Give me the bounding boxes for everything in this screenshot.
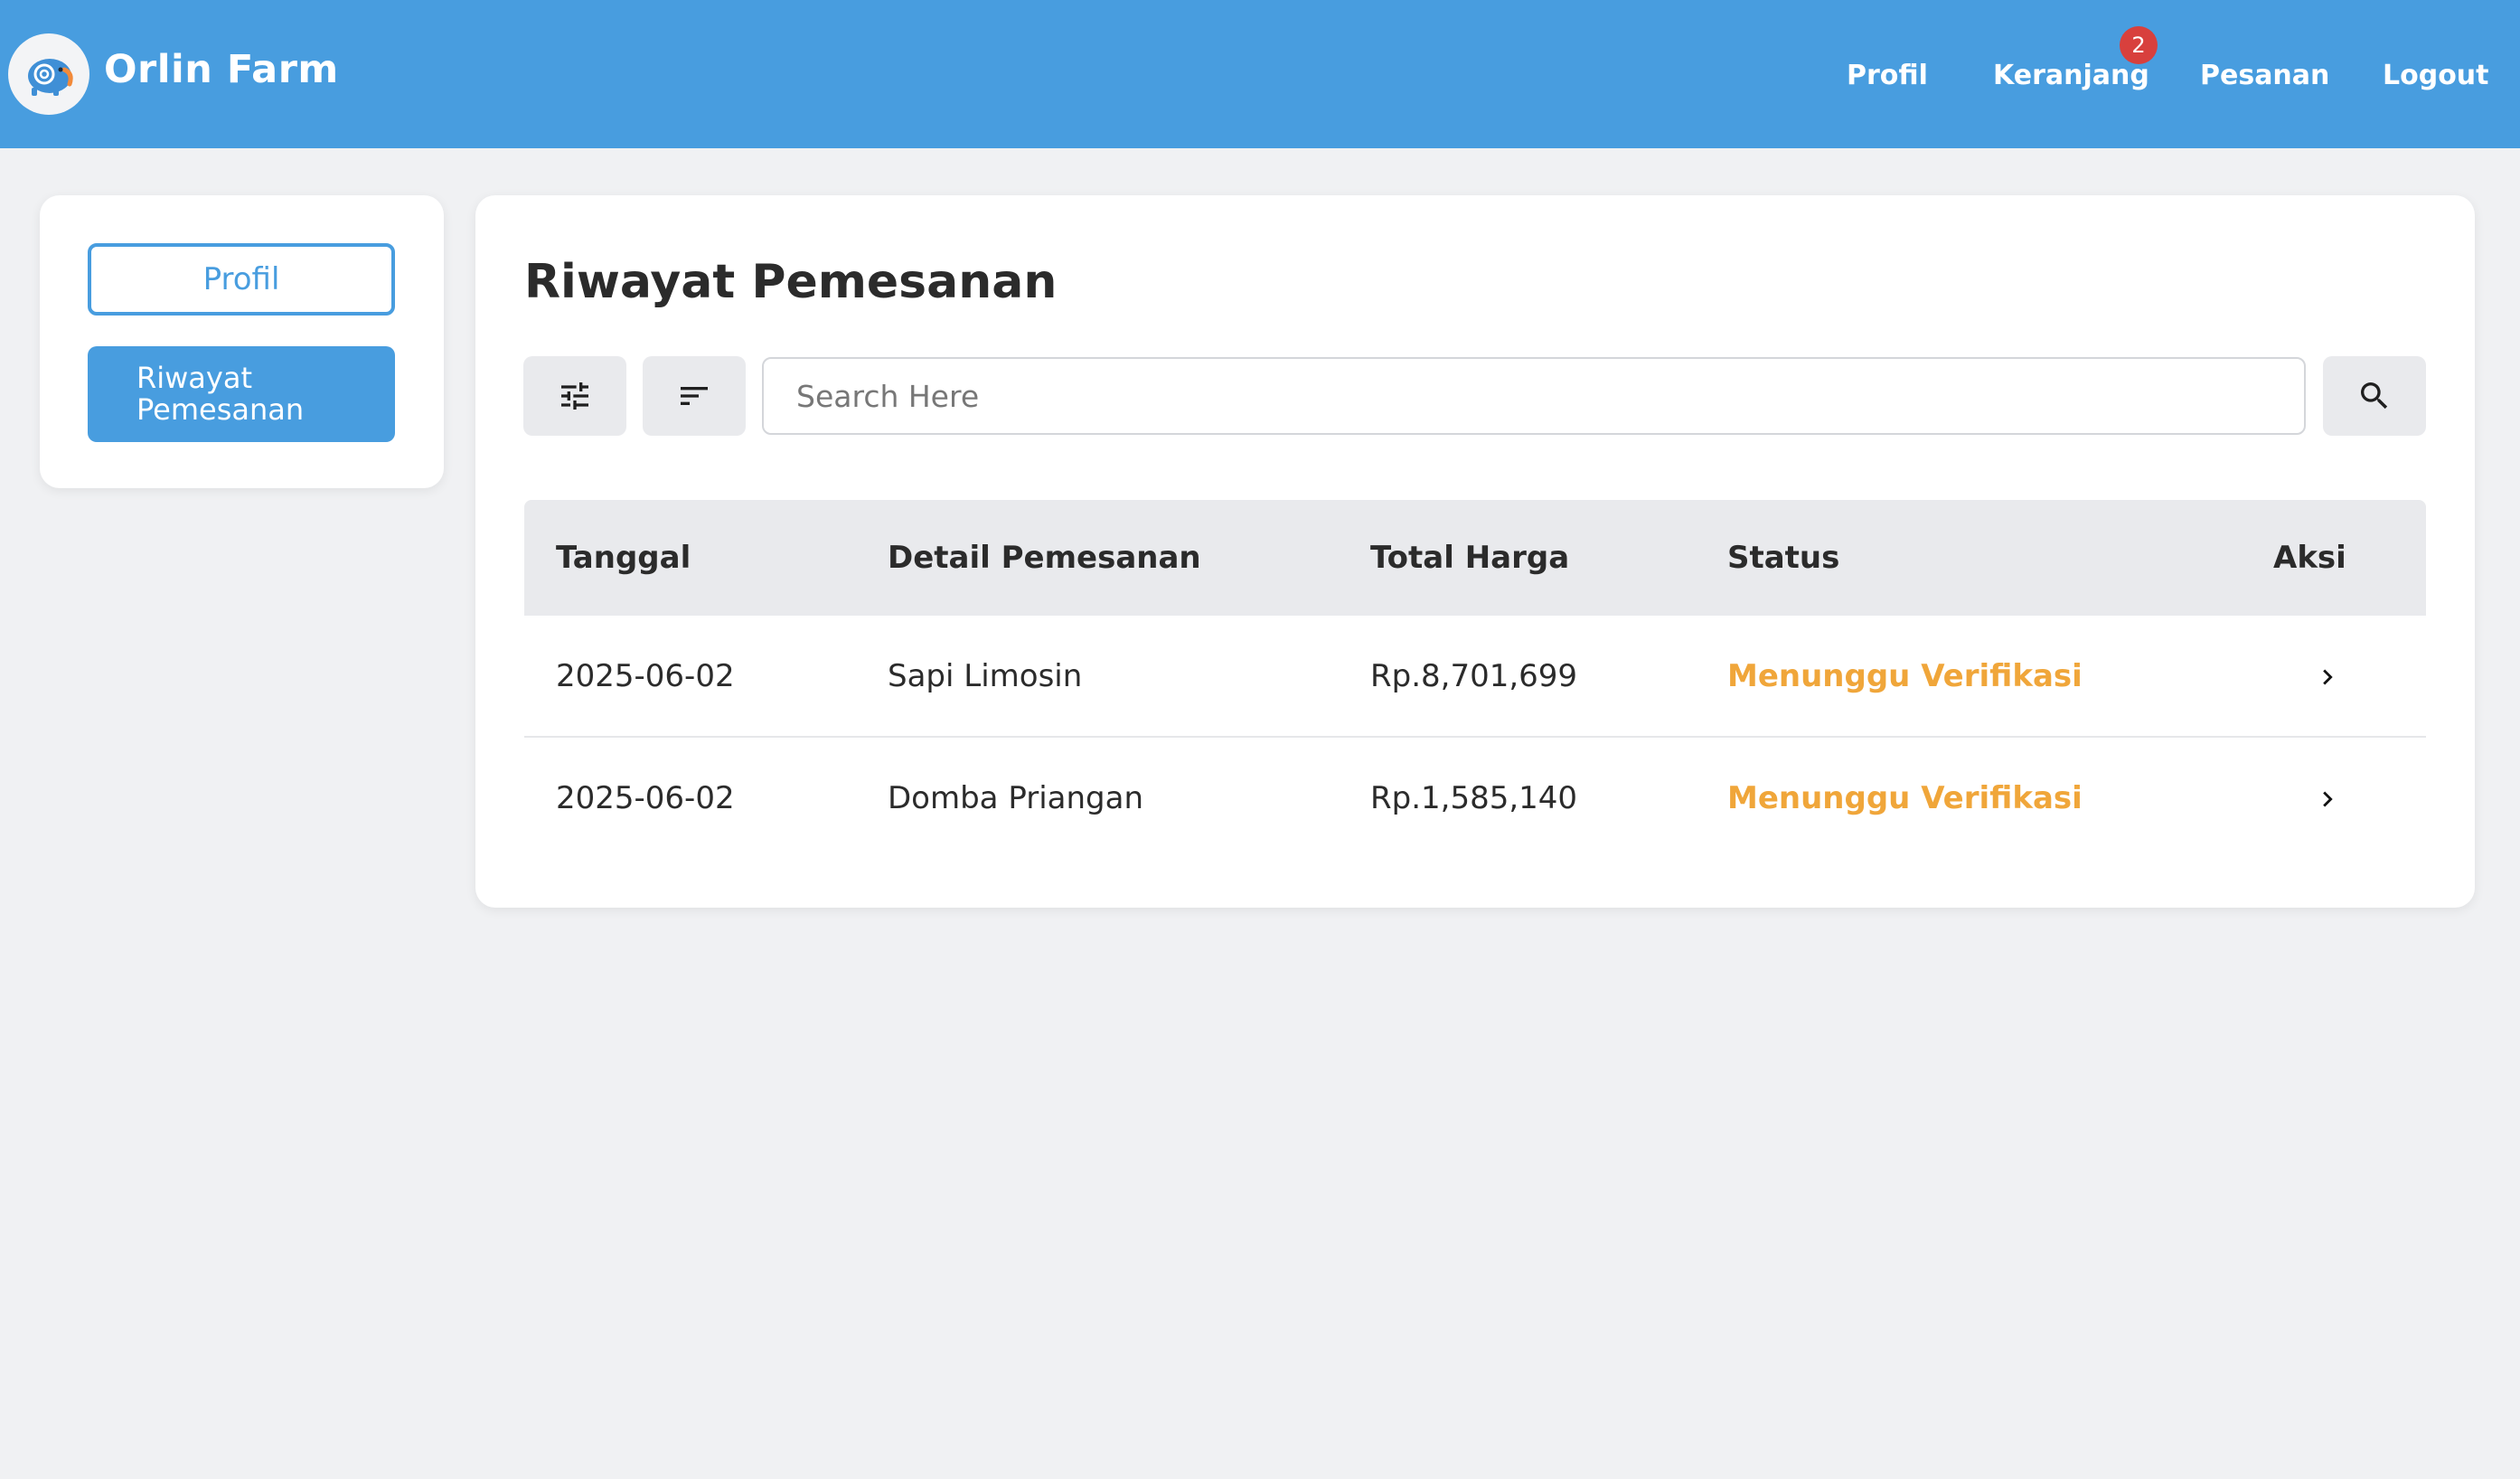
- search-button[interactable]: [2323, 356, 2426, 436]
- sidebar-item-profil[interactable]: Profil: [88, 243, 395, 316]
- cell-total-harga: Rp.8,701,699: [1370, 658, 1578, 694]
- column-header-total-harga: Total Harga: [1370, 540, 1570, 576]
- sort-icon: [681, 387, 708, 405]
- cell-detail: Sapi Limosin: [888, 658, 1083, 694]
- row-detail-button[interactable]: [2300, 616, 2355, 738]
- nav-profil[interactable]: Profil: [1847, 58, 1928, 94]
- column-header-status: Status: [1727, 540, 1840, 576]
- sidebar: Profil Riwayat Pemesanan: [40, 195, 444, 488]
- cell-detail: Domba Priangan: [888, 780, 1144, 816]
- table-row: 2025-06-02 Domba Priangan Rp.1,585,140 M…: [524, 738, 2426, 860]
- cell-tanggal: 2025-06-02: [556, 780, 735, 816]
- page-title: Riwayat Pemesanan: [524, 255, 1058, 309]
- tune-icon: [561, 382, 588, 410]
- row-detail-button[interactable]: [2300, 738, 2355, 860]
- nav-logout[interactable]: Logout: [2383, 58, 2489, 94]
- filter-button[interactable]: [523, 356, 626, 436]
- nav-keranjang[interactable]: Keranjang: [1993, 58, 2149, 94]
- cell-total-harga: Rp.1,585,140: [1370, 780, 1578, 816]
- column-header-detail: Detail Pemesanan: [888, 540, 1201, 576]
- sidebar-item-riwayat-pemesanan[interactable]: Riwayat Pemesanan: [88, 346, 395, 442]
- cell-tanggal: 2025-06-02: [556, 658, 735, 694]
- table-header: Tanggal Detail Pemesanan Total Harga Sta…: [524, 500, 2426, 616]
- search-icon: [2361, 382, 2388, 410]
- table-row: 2025-06-02 Sapi Limosin Rp.8,701,699 Men…: [524, 616, 2426, 738]
- cart-count-badge: 2: [2120, 26, 2158, 64]
- status-badge: Menunggu Verifikasi: [1727, 658, 2083, 694]
- order-history-panel: Riwayat Pemesanan Tanggal Detail Pemesan…: [475, 195, 2475, 908]
- chevron-right-icon: [2323, 791, 2333, 806]
- column-header-tanggal: Tanggal: [556, 540, 691, 576]
- search-input[interactable]: [762, 357, 2306, 435]
- elephant-logo-icon: [28, 59, 73, 96]
- column-header-aksi: Aksi: [2273, 540, 2346, 576]
- brand-name[interactable]: Orlin Farm: [104, 47, 339, 92]
- sort-button[interactable]: [643, 356, 746, 436]
- top-navbar: Orlin Farm Profil Keranjang 2 Pesanan Lo…: [0, 0, 2520, 148]
- chevron-right-icon: [2323, 669, 2333, 684]
- brand-logo[interactable]: [8, 33, 89, 115]
- status-badge: Menunggu Verifikasi: [1727, 780, 2083, 816]
- nav-pesanan[interactable]: Pesanan: [2200, 58, 2329, 94]
